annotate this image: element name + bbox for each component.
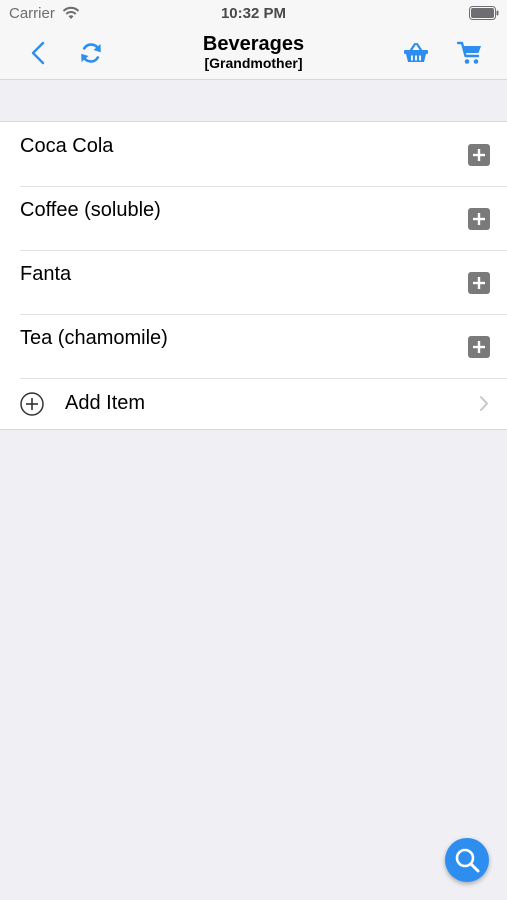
back-button[interactable] xyxy=(20,35,56,71)
beverages-list: Coca Cola Coffee (soluble) Fanta Tea (ch… xyxy=(0,121,507,430)
plus-icon xyxy=(473,277,485,289)
app-screen: Carrier 10:32 PM Beverages [Grandmother]… xyxy=(0,0,507,900)
plus-icon xyxy=(473,341,485,353)
search-button[interactable] xyxy=(445,838,489,882)
refresh-icon xyxy=(81,43,101,63)
add-quantity-button[interactable] xyxy=(468,144,490,166)
page-title: Beverages xyxy=(202,33,305,55)
status-time: 10:32 PM xyxy=(220,5,287,22)
item-label: Coca Cola xyxy=(20,135,114,157)
plus-icon xyxy=(473,149,485,161)
list-item[interactable]: Tea (chamomile) xyxy=(0,314,507,378)
plus-icon xyxy=(473,213,485,225)
shopping-cart-icon xyxy=(457,41,481,64)
add-quantity-button[interactable] xyxy=(468,272,490,294)
item-label: Fanta xyxy=(20,263,72,285)
item-label: Coffee (soluble) xyxy=(20,199,161,221)
add-quantity-button[interactable] xyxy=(468,336,490,358)
add-quantity-button[interactable] xyxy=(468,208,490,230)
add-item-row[interactable]: Add Item xyxy=(0,378,507,429)
item-label: Tea (chamomile) xyxy=(20,327,168,349)
list-item[interactable]: Fanta xyxy=(0,250,507,314)
plus-circle-icon xyxy=(20,392,44,416)
cart-button[interactable] xyxy=(452,35,488,71)
chevron-right-icon xyxy=(480,396,488,411)
basket-icon xyxy=(404,42,428,62)
battery-icon xyxy=(469,6,499,20)
status-bar: Carrier 10:32 PM xyxy=(0,0,507,28)
page-subtitle: [Grandmother] xyxy=(204,55,303,71)
top-bar: Carrier 10:32 PM Beverages [Grandmother] xyxy=(0,0,507,80)
navigation-bar: Beverages [Grandmother] xyxy=(0,28,507,79)
refresh-button[interactable] xyxy=(73,35,109,71)
basket-button[interactable] xyxy=(398,35,434,71)
chevron-left-icon xyxy=(31,41,45,65)
add-item-label: Add Item xyxy=(65,392,146,414)
nav-title-group: Beverages [Grandmother] xyxy=(150,33,357,71)
list-item[interactable]: Coffee (soluble) xyxy=(0,186,507,250)
search-icon xyxy=(455,848,480,873)
list-item[interactable]: Coca Cola xyxy=(0,122,507,186)
